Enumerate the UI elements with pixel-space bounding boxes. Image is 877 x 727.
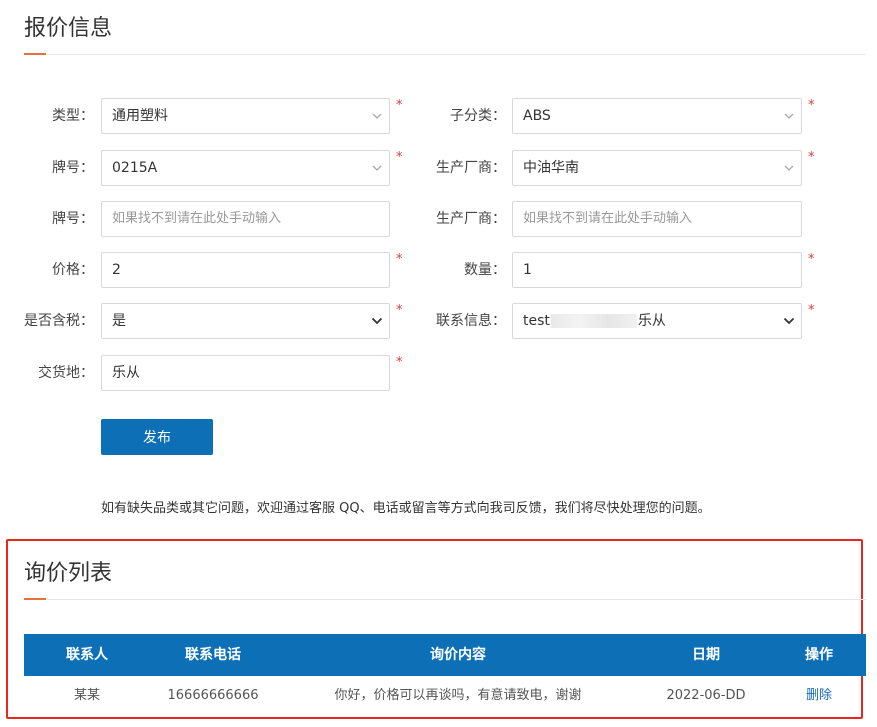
grade-select-value: 0215A [112,160,158,176]
grade-label: 牌号： [52,160,94,176]
delivery-required-mark: * [396,355,403,370]
price-required-mark: * [396,252,403,267]
inquiry-title-divider [24,599,866,600]
header-content: 询价内容 [430,647,486,663]
chevron-down-icon [783,99,795,133]
feedback-notice: 如有缺失品类或其它问题，欢迎通过客服 QQ、电话或留言等方式向我司反馈，我们将尽… [101,501,711,516]
type-required-mark: * [396,98,403,113]
type-select[interactable]: 通用塑料 [101,98,390,134]
type-label: 类型： [52,108,94,124]
tax-included-select[interactable]: 是 [101,303,390,339]
tax-required-mark: * [396,303,403,318]
contact-info-prefix: test [523,313,550,329]
manufacturer-manual-input[interactable]: 如果找不到请在此处手动输入 [512,201,802,237]
quote-section-title: 报价信息 [24,16,113,41]
inquiry-section-title: 询价列表 [24,561,113,586]
chevron-down-icon [783,304,795,338]
contact-info-select[interactable]: test 乐从 [512,303,802,339]
price-label: 价格： [52,262,94,278]
type-select-value: 通用塑料 [112,108,168,124]
manufacturer-manual-label: 生产厂商： [436,211,506,227]
chevron-down-icon [371,304,383,338]
header-action: 操作 [805,647,833,663]
manufacturer-required-mark: * [808,150,815,165]
contact-info-label: 联系信息： [436,313,506,329]
manufacturer-label: 生产厂商： [436,160,506,176]
subcategory-required-mark: * [808,98,815,113]
quantity-input[interactable]: 1 [512,252,802,288]
subcategory-label: 子分类： [450,108,506,124]
quote-title-divider [24,54,866,55]
grade-manual-input[interactable]: 如果找不到请在此处手动输入 [101,201,390,237]
grade-manual-label: 牌号： [52,211,94,227]
publish-button[interactable]: 发布 [101,419,213,455]
subcategory-select[interactable]: ABS [512,98,802,134]
manufacturer-select[interactable]: 中油华南 [512,150,802,186]
subcategory-select-value: ABS [523,108,551,124]
redacted-mask [550,314,637,328]
cell-date: 2022-06-DD [666,688,746,703]
quantity-label: 数量： [464,262,506,278]
delivery-place-label: 交货地： [38,365,94,381]
delete-link[interactable]: 删除 [772,676,866,716]
cell-contact: 某某 [73,688,100,703]
cell-content: 你好，价格可以再谈吗，有意请致电，谢谢 [334,688,582,703]
grade-select[interactable]: 0215A [101,150,390,186]
header-date: 日期 [692,647,720,663]
chevron-down-icon [783,151,795,185]
contact-required-mark: * [808,303,815,318]
chevron-down-icon [371,151,383,185]
tax-included-label: 是否含税： [24,313,94,329]
delivery-place-input[interactable]: 乐从 [101,355,390,391]
inquiry-table-header: 联系人 联系电话 询价内容 日期 操作 [24,634,866,676]
quantity-required-mark: * [808,252,815,267]
cell-phone: 16666666666 [167,688,259,703]
manufacturer-select-value: 中油华南 [523,160,579,176]
inquiry-title-accent [24,598,46,600]
tax-included-value: 是 [112,313,126,329]
header-contact: 联系人 [66,647,108,663]
contact-info-suffix: 乐从 [637,313,666,329]
header-phone: 联系电话 [185,647,241,663]
price-input[interactable]: 2 [101,252,390,288]
grade-required-mark: * [396,150,403,165]
quote-title-accent [24,53,46,55]
chevron-down-icon [371,99,383,133]
